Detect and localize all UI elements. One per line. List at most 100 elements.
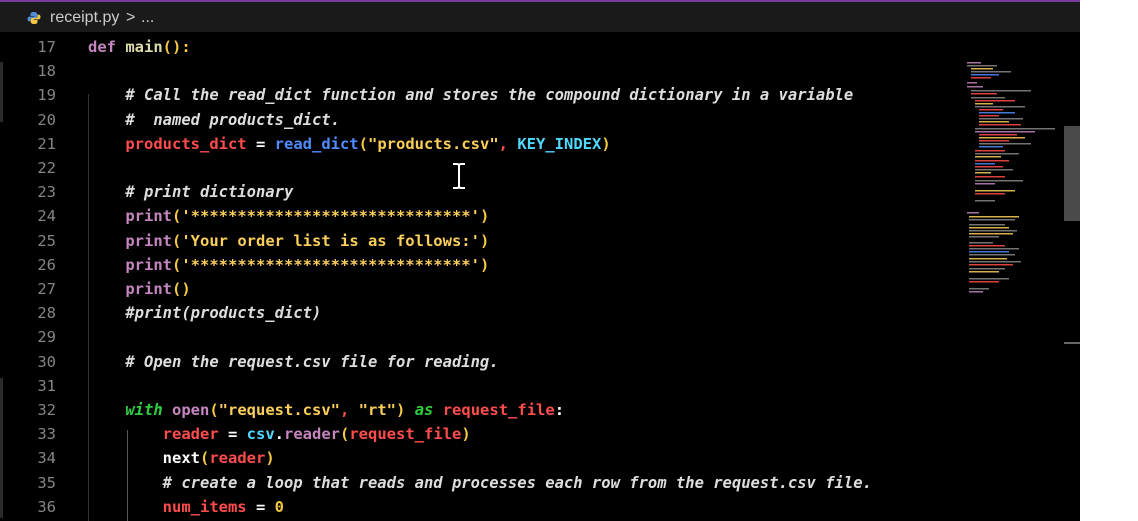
code-line[interactable]: 34 next(reader) [0, 446, 960, 470]
line-number: 26 [37, 255, 56, 274]
code-token: : [554, 401, 565, 419]
code-text: # named products_dict. [88, 108, 340, 132]
code-token: = [246, 497, 275, 516]
code-token: # Call the read_dict function and stores… [88, 86, 854, 105]
code-text: print('Your order list is as follows:') [88, 229, 489, 253]
line-number: 34 [37, 449, 56, 468]
code-line[interactable]: 17 def main(): [0, 35, 960, 59]
code-line[interactable]: 21 products_dict = read_dict("products.c… [0, 132, 960, 156]
code-line[interactable]: 22 [0, 156, 960, 180]
code-token: products_dict [125, 134, 247, 153]
code-token: # Open the request.csv file for reading. [88, 352, 499, 371]
code-token: ( [340, 425, 350, 444]
line-number: 31 [37, 376, 56, 395]
line-number: 33 [37, 425, 56, 444]
breadcrumb-file[interactable]: receipt.py [50, 9, 119, 27]
line-number: 35 [37, 473, 56, 492]
code-token: 'Your order list is as follows:' [181, 231, 480, 250]
code-text: num_items = 0 [88, 495, 284, 519]
code-token: ( [358, 134, 368, 153]
code-line[interactable]: 33 reader = csv.reader(request_file) [0, 422, 960, 446]
line-number: 29 [37, 328, 56, 347]
line-number: 32 [37, 401, 56, 419]
code-token: # print dictionary [88, 183, 294, 202]
code-token: = [218, 425, 247, 444]
code-token: = [246, 134, 275, 153]
breadcrumb: receipt.py > ... [0, 2, 1080, 32]
code-token: KEY_INDEX [517, 134, 602, 153]
code-token: csv [246, 425, 275, 444]
line-number: 21 [37, 134, 56, 153]
code-line[interactable]: 29 [0, 325, 960, 349]
code-token: reader [284, 425, 340, 444]
code-line[interactable]: 19 # Call the read_dict function and sto… [0, 83, 960, 107]
code-token: ( [172, 207, 182, 226]
code-token: ) [479, 207, 490, 226]
code-text: with open("request.csv", "rt") as reques… [88, 398, 564, 422]
code-line[interactable]: 18 [0, 59, 960, 83]
line-number: 18 [37, 62, 56, 81]
code-token: print [125, 207, 172, 226]
code-token: ( [209, 401, 219, 419]
code-token: #print(products_dict) [88, 304, 322, 323]
code-token: ) [601, 134, 611, 153]
code-line[interactable]: 35 # create a loop that reads and proces… [0, 471, 960, 495]
scrollbar-cursor-marker [1064, 342, 1080, 344]
line-number: 19 [37, 86, 56, 105]
minimap[interactable] [965, 62, 1065, 312]
code-token: reader [162, 425, 219, 444]
code-token: "products.csv" [368, 134, 499, 153]
code-token: open [172, 401, 210, 419]
code-line[interactable]: 31 [0, 374, 960, 398]
code-text: print() [88, 277, 191, 301]
line-number: 30 [37, 352, 56, 371]
code-line[interactable]: 30 # Open the request.csv file for readi… [0, 350, 960, 374]
code-token: # create a loop that reads and processes… [88, 473, 872, 492]
line-number: 23 [37, 183, 56, 202]
code-text: # Open the request.csv file for reading. [88, 350, 499, 374]
code-token: ) [479, 231, 490, 250]
code-line[interactable]: 25 print('Your order list is as follows:… [0, 229, 960, 253]
code-token: ) [461, 425, 471, 444]
code-line[interactable]: 24 print('******************************… [0, 204, 960, 228]
code-token: ( [199, 449, 210, 468]
code-token: () [172, 280, 191, 298]
desktop-background [1080, 0, 1138, 521]
code-token: as [414, 401, 434, 419]
code-token: ) [479, 255, 490, 274]
code-text: #print(products_dict) [88, 301, 321, 325]
code-token: . [274, 425, 284, 444]
code-line[interactable]: 27 print() [0, 277, 960, 301]
code-token: print [125, 231, 172, 250]
breadcrumb-symbol[interactable]: ... [141, 9, 154, 27]
chevron-right-icon: > [126, 9, 136, 26]
code-editor[interactable]: 17 def main(): 18 19 # Call the read_dict f… [0, 32, 1080, 521]
code-text: next(reader) [88, 446, 275, 470]
code-line[interactable]: 28 #print(products_dict) [0, 301, 960, 325]
vertical-scrollbar-thumb[interactable] [1064, 126, 1080, 221]
code-text: def main(): [88, 35, 191, 59]
code-token: def [88, 38, 116, 56]
line-number: 27 [37, 280, 56, 298]
code-token: (): [162, 38, 191, 56]
code-line[interactable]: 23 # print dictionary [0, 180, 960, 204]
code-line[interactable]: 32 with open("request.csv", "rt") as req… [0, 398, 960, 422]
code-token: '******************************' [181, 255, 480, 274]
code-line[interactable]: 26 print('******************************… [0, 253, 960, 277]
code-text: # Call the read_dict function and stores… [88, 83, 853, 107]
code-token: ) [265, 449, 275, 468]
code-line[interactable]: 20 # named products_dict. [0, 108, 960, 132]
code-token: 0 [274, 497, 284, 516]
line-number: 24 [37, 207, 56, 226]
code-token: request_file [349, 425, 462, 444]
code-token: ) [396, 401, 406, 419]
code-line[interactable]: 36 num_items = 0 [0, 495, 960, 519]
code-token: request_file [442, 401, 555, 419]
